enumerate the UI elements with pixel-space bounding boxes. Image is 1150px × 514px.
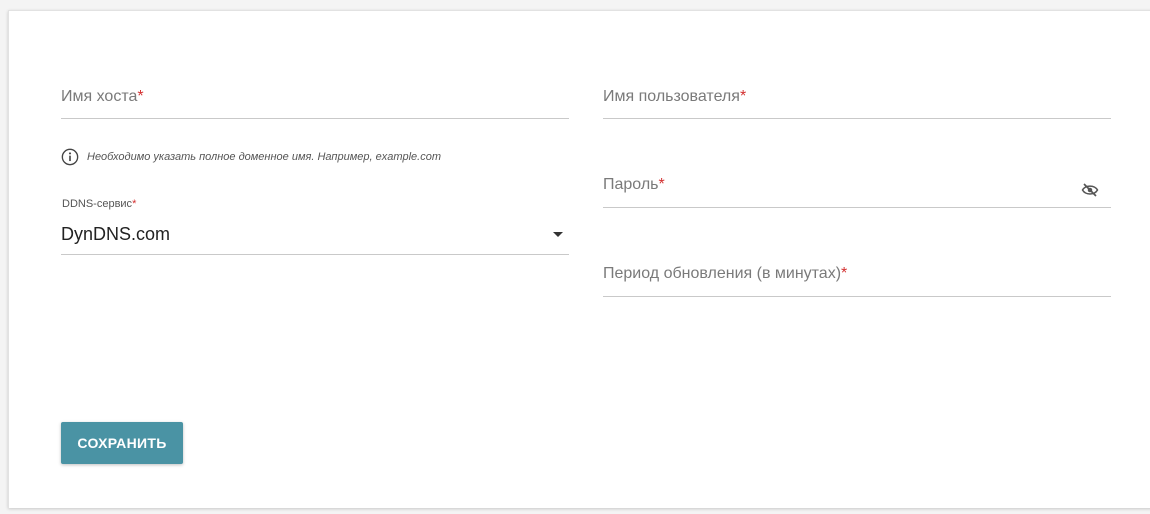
required-mark: * [841,265,848,282]
eye-off-icon[interactable] [1081,183,1099,197]
required-mark: * [739,88,747,105]
update-period-label: Период обновления (в минутах)* [603,265,848,282]
hostname-hint-text: Необходимо указать полное доменное имя. … [87,151,441,163]
page: Имя хоста* Необходимо указать полное дом… [0,0,1150,514]
username-label: Имя пользователя* [603,88,747,105]
password-field[interactable]: Пароль* [603,168,1111,208]
username-field[interactable]: Имя пользователя* [603,80,1111,119]
hostname-hint: Необходимо указать полное доменное имя. … [61,148,441,166]
required-mark: * [137,88,144,105]
hostname-field[interactable]: Имя хоста* [61,80,569,119]
info-icon [61,148,79,166]
update-period-field[interactable]: Период обновления (в минутах)* [603,256,1111,297]
caret-down-icon [553,232,563,237]
required-mark: * [658,176,665,193]
ddns-service-select[interactable]: DynDNS.com [61,216,569,255]
password-label: Пароль* [603,176,665,193]
required-mark: * [132,198,137,210]
ddns-service-value: DynDNS.com [61,224,171,244]
save-button[interactable]: СОХРАНИТЬ [61,422,183,464]
ddns-service-label: DDNS-сервис* [62,198,137,210]
hostname-label: Имя хоста* [61,88,144,105]
